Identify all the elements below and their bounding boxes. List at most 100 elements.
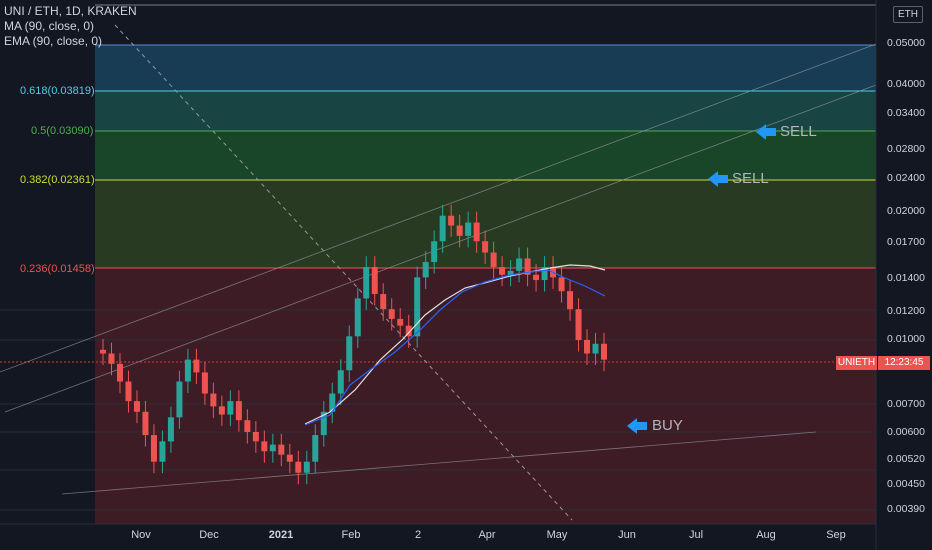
- candle-body: [142, 411, 149, 436]
- sell-lower-text: SELL: [732, 170, 769, 187]
- fib-label-05: 0.5(0.03090): [31, 125, 94, 137]
- fib-label-0236: 0.236(0.01458): [20, 263, 95, 275]
- candle-body: [482, 241, 489, 253]
- time-label: Nov: [131, 529, 151, 541]
- candle-body: [303, 461, 310, 473]
- symbol-price-tag: UNIETH: [836, 356, 877, 370]
- candle-body: [414, 277, 421, 337]
- candle-body: [533, 274, 540, 281]
- candle-body: [558, 277, 565, 292]
- candle-body: [499, 267, 506, 275]
- price-plot[interactable]: [0, 0, 932, 550]
- candle-body: [380, 294, 387, 310]
- fib-zones: [95, 4, 876, 524]
- candle-body: [100, 349, 106, 354]
- candle-body: [448, 215, 455, 226]
- price-tick: 0.01000: [887, 333, 925, 345]
- candle-body: [601, 343, 607, 360]
- candle-body: [125, 381, 132, 402]
- candle-body: [244, 420, 251, 432]
- buy-annotation: BUY: [652, 417, 683, 434]
- candle-body: [218, 406, 225, 415]
- buy-text: BUY: [652, 417, 683, 434]
- candle-body: [592, 343, 599, 354]
- candle-body: [184, 359, 191, 382]
- candle-body: [286, 454, 293, 462]
- candle-body: [278, 444, 285, 455]
- countdown-price-tag: 12:23:45: [878, 356, 930, 370]
- candle-body: [371, 267, 378, 295]
- time-label: Jun: [618, 529, 636, 541]
- time-label: Aug: [756, 529, 776, 541]
- candle-body: [439, 215, 446, 242]
- fib-zone-blue: [95, 45, 876, 91]
- candle-body: [312, 435, 319, 462]
- candle-body: [108, 353, 115, 364]
- time-label: Sep: [826, 529, 846, 541]
- candle-body: [167, 417, 174, 442]
- price-scale[interactable]: 0.05000 0.04000 0.03400 0.02800 0.02400 …: [876, 0, 932, 550]
- candle-body: [388, 309, 395, 319]
- price-tick: 0.05000: [887, 37, 925, 49]
- candle-body: [176, 381, 183, 418]
- candle-body: [431, 241, 438, 263]
- time-label: May: [546, 529, 568, 541]
- chart-area[interactable]: UNI / ETH, 1D, KRAKEN MA (90, close, 0) …: [0, 0, 932, 550]
- symbol-title[interactable]: UNI / ETH, 1D, KRAKEN: [4, 4, 137, 19]
- fib-label-0618: 0.618(0.03819): [20, 85, 95, 97]
- ema-indicator-label[interactable]: EMA (90, close, 0): [4, 34, 137, 49]
- candle-body: [490, 252, 497, 268]
- candle-body: [261, 441, 268, 452]
- candle-body: [116, 363, 123, 382]
- time-label: Jul: [688, 529, 704, 541]
- candle-body: [456, 225, 463, 236]
- time-label: 2: [414, 529, 422, 541]
- price-tick: 0.03400: [887, 107, 925, 119]
- candle-body: [210, 393, 217, 407]
- fib-zone-teal: [95, 91, 876, 131]
- price-tick: 0.01700: [887, 236, 925, 248]
- price-tick: 0.00700: [887, 398, 925, 410]
- candle-body: [567, 291, 574, 310]
- fib-label-0382: 0.382(0.02361): [20, 174, 95, 186]
- candle-body: [575, 309, 582, 340]
- candle-body: [235, 401, 242, 421]
- time-label: Apr: [478, 529, 496, 541]
- candle-body: [227, 401, 234, 415]
- candle-body: [584, 340, 591, 354]
- candle-body: [159, 441, 166, 462]
- candle-body: [150, 435, 157, 462]
- candle-body: [473, 222, 480, 242]
- candle-body: [397, 318, 404, 326]
- price-tick: 0.02400: [887, 172, 925, 184]
- candle-body: [346, 336, 353, 371]
- price-tick: 0.02000: [887, 205, 925, 217]
- candle-body: [516, 258, 523, 271]
- candle-body: [422, 262, 429, 278]
- price-tick: 0.00520: [887, 453, 925, 465]
- time-label: 2021: [268, 529, 294, 541]
- candle-body: [133, 401, 140, 412]
- time-label: Feb: [341, 529, 361, 541]
- candle-body: [465, 222, 472, 236]
- candle-body: [201, 372, 208, 394]
- price-tick: 0.02800: [887, 143, 925, 155]
- candle-body: [269, 444, 276, 452]
- candle-body: [295, 461, 302, 473]
- price-tick: 0.04000: [887, 78, 925, 90]
- price-tick: 0.00600: [887, 426, 925, 438]
- legend: UNI / ETH, 1D, KRAKEN MA (90, close, 0) …: [4, 4, 137, 49]
- time-label: Dec: [199, 529, 219, 541]
- currency-button[interactable]: ETH: [893, 6, 923, 23]
- candle-body: [354, 298, 361, 337]
- candle-body: [363, 267, 370, 299]
- sell-upper-annotation: SELL: [780, 123, 817, 140]
- candle-body: [193, 359, 200, 373]
- price-tick: 0.00450: [887, 478, 925, 490]
- candle-body: [252, 431, 259, 442]
- sell-lower-annotation: SELL: [732, 170, 769, 187]
- price-tick: 0.00390: [887, 503, 925, 515]
- ma-indicator-label[interactable]: MA (90, close, 0): [4, 19, 137, 34]
- price-tick: 0.01400: [887, 272, 925, 284]
- price-tick: 0.01200: [887, 305, 925, 317]
